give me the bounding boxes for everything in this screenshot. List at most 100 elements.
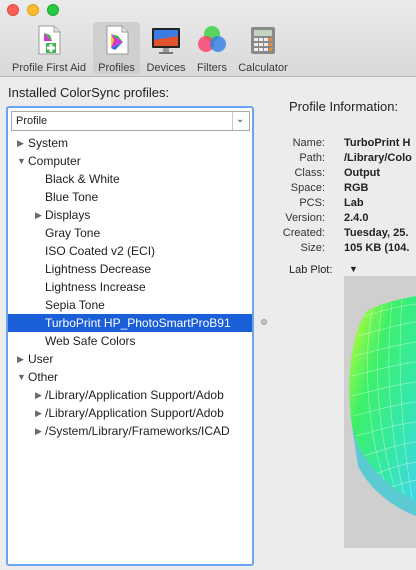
tree-row[interactable]: ▶ User [8, 350, 252, 368]
info-field-row: Name: TurboPrint H [289, 136, 416, 151]
info-field-row: PCS: Lab [289, 196, 416, 211]
info-field-value: RGB [344, 182, 369, 194]
tree-row[interactable]: Black & White [8, 170, 252, 188]
lab-plot-label: Lab Plot: [289, 264, 333, 276]
info-field-key: Path: [299, 152, 325, 164]
disclosure-collapsed-icon[interactable]: ▶ [17, 350, 27, 368]
chevron-down-icon: ⌄ [236, 114, 245, 125]
info-field-value: Output [344, 167, 381, 179]
tree-row-label: Sepia Tone [45, 298, 105, 312]
calculator-icon [247, 24, 279, 56]
tree-row[interactable]: ▶/Library/Application Support/Adob [8, 386, 252, 404]
toolbar-calculator[interactable]: Calculator [234, 22, 292, 74]
lab-plot[interactable] [344, 276, 416, 548]
tree-row[interactable]: ▶ Displays [8, 206, 252, 224]
window-controls [7, 4, 59, 16]
tree-row-label: Web Safe Colors [45, 334, 136, 348]
disclosure-collapsed-icon[interactable]: ▶ [35, 422, 45, 440]
tree-row-label: System [28, 136, 69, 150]
disclosure-expanded-icon[interactable]: ▼ [17, 152, 27, 170]
toolbar-calculator-label: Calculator [238, 62, 288, 74]
tree-row-label: Lightness Decrease [45, 262, 152, 276]
tree-row-label: /System/Library/Frameworks/ICAD [45, 424, 230, 438]
toolbar-filters[interactable]: Filters [191, 22, 233, 74]
info-field-key: Size: [300, 242, 325, 254]
toolbar-devices-label: Devices [146, 62, 186, 74]
info-field-key: Version: [285, 212, 325, 224]
disclosure-collapsed-icon[interactable]: ▶ [35, 206, 45, 224]
window-toolbar: Profile First Aid Profiles Devices Filte… [0, 0, 416, 77]
toolbar-profile-first-aid-label: Profile First Aid [12, 62, 86, 74]
info-field-row: Space: RGB [289, 181, 416, 196]
info-field-value: Tuesday, 25. [344, 227, 409, 239]
tree-row-label: Computer [28, 154, 81, 168]
tree-row[interactable]: Gray Tone [8, 224, 252, 242]
toolbar-profiles[interactable]: Profiles [93, 22, 140, 74]
profiles-tree[interactable]: ▶ System ▼ Computer Black & White Blue Tone ▶ D… [8, 134, 252, 440]
tree-row[interactable]: ▼ Other [8, 368, 252, 386]
info-field-key: Name: [292, 137, 325, 149]
tree-row[interactable]: ▶ System [8, 134, 252, 152]
tree-row-label: /Library/Application Support/Adob [45, 406, 224, 420]
close-window-button[interactable] [7, 4, 19, 16]
info-field-value: 105 KB (104. [344, 242, 410, 254]
disclosure-collapsed-icon[interactable]: ▶ [35, 404, 45, 422]
lab-plot-menu-triangle-icon[interactable]: ▼ [349, 264, 358, 274]
disclosure-expanded-icon[interactable]: ▼ [17, 368, 27, 386]
profile-sort-select-value: Profile [16, 115, 48, 127]
tree-row[interactable]: Sepia Tone [8, 296, 252, 314]
profile-information-fields: Name: TurboPrint H Path: /Library/Colo Class… [283, 136, 416, 256]
info-field-value: 2.4.0 [344, 212, 369, 224]
profiles-list-box[interactable]: Profile ⌄ ▶ System ▼ Computer Black & White B… [6, 106, 254, 566]
tree-row[interactable]: Lightness Decrease [8, 260, 252, 278]
info-field-key: Class: [294, 167, 325, 179]
split-view-handle[interactable] [261, 319, 267, 325]
installed-profiles-heading: Installed ColorSync profiles: [8, 85, 170, 100]
toolbar-profile-first-aid[interactable]: Profile First Aid [6, 22, 92, 74]
info-field-row: Version: 2.4.0 [285, 211, 416, 226]
tree-row-label: /Library/Application Support/Adob [45, 388, 224, 402]
tree-row-label: TurboPrint HP_PhotoSmartProB91 [45, 316, 231, 330]
profiles-icon [101, 24, 133, 56]
zoom-window-button[interactable] [47, 4, 59, 16]
info-field-value: Lab [344, 197, 364, 209]
toolbar-devices[interactable]: Devices [142, 22, 190, 74]
tree-row-label: Blue Tone [45, 190, 99, 204]
info-field-row: Size: 105 KB (104. [289, 241, 416, 256]
tree-row[interactable]: ▼ Computer [8, 152, 252, 170]
filters-icon [196, 24, 228, 56]
tree-row[interactable]: ▶/Library/Application Support/Adob [8, 404, 252, 422]
info-field-key: Created: [282, 227, 325, 239]
info-field-value: TurboPrint H [344, 137, 411, 149]
select-divider [232, 112, 233, 130]
info-field-row: Path: /Library/Colo [289, 151, 416, 166]
tree-row[interactable]: Web Safe Colors [8, 332, 252, 350]
tree-row-label: Black & White [45, 172, 120, 186]
toolbar-filters-label: Filters [197, 62, 227, 74]
tree-row[interactable]: ISO Coated v2 (ECI) [8, 242, 252, 260]
tree-row[interactable]: TurboPrint HP_PhotoSmartProB91 [8, 314, 252, 332]
profile-first-aid-icon [33, 24, 65, 56]
minimize-window-button[interactable] [27, 4, 39, 16]
tree-row-label: User [28, 352, 54, 366]
info-field-key: Space: [290, 182, 325, 194]
tree-row-label: Displays [45, 208, 91, 222]
toolbar-profiles-label: Profiles [98, 62, 135, 74]
tree-row-label: Other [28, 370, 59, 384]
disclosure-collapsed-icon[interactable]: ▶ [17, 134, 27, 152]
tree-row[interactable]: ▶/System/Library/Frameworks/ICAD [8, 422, 252, 440]
info-field-key: PCS: [299, 197, 325, 209]
tree-row-label: ISO Coated v2 (ECI) [45, 244, 156, 258]
profile-sort-select[interactable]: Profile ⌄ [11, 111, 250, 131]
disclosure-collapsed-icon[interactable]: ▶ [35, 386, 45, 404]
lab-plot-graphic [349, 296, 416, 516]
profile-information-heading: Profile Information: [289, 99, 399, 114]
tree-row[interactable]: Blue Tone [8, 188, 252, 206]
info-field-row: Created: Tuesday, 25. [283, 226, 416, 241]
devices-icon [150, 24, 182, 56]
tree-row-label: Lightness Increase [45, 280, 146, 294]
info-field-value: /Library/Colo [344, 152, 412, 164]
info-field-row: Class: Output [289, 166, 416, 181]
tree-row-label: Gray Tone [45, 226, 101, 240]
tree-row[interactable]: Lightness Increase [8, 278, 252, 296]
